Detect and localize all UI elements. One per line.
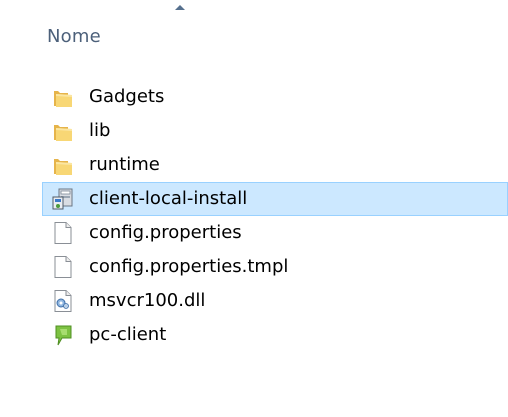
file-name: runtime [89,154,160,176]
list-item-config-properties[interactable]: config.properties [42,216,508,250]
name-column-header[interactable]: Nome [36,0,508,66]
folder-icon [51,153,75,177]
file-name: Gadgets [89,86,165,108]
list-item-runtime[interactable]: runtime [42,148,508,182]
file-name: pc-client [89,324,167,346]
list-item-config-properties-tmpl[interactable]: config.properties.tmpl [42,250,508,284]
list-item-pc-client[interactable]: pc-client [42,318,508,352]
file-name: config.properties.tmpl [89,256,289,278]
file-name: msvcr100.dll [89,290,206,312]
blank-file-icon [51,221,75,245]
list-item-msvcr100-dll[interactable]: msvcr100.dll [42,284,508,318]
folder-icon [51,119,75,143]
installer-icon [51,187,75,211]
name-column-label: Nome [47,26,101,47]
file-name: lib [89,120,111,142]
pc-client-app-icon [51,323,75,347]
file-explorer-pane: Nome Gadgets lib runtime client-local-in… [0,0,508,417]
list-item-gadgets[interactable]: Gadgets [42,80,508,114]
dll-file-icon [51,289,75,313]
file-name: client-local-install [89,188,248,210]
list-item-client-local-install[interactable]: client-local-install [42,182,508,216]
file-name: config.properties [89,222,242,244]
list-item-lib[interactable]: lib [42,114,508,148]
folder-icon [51,85,75,109]
blank-file-icon [51,255,75,279]
file-list: Gadgets lib runtime client-local-install… [42,80,508,352]
